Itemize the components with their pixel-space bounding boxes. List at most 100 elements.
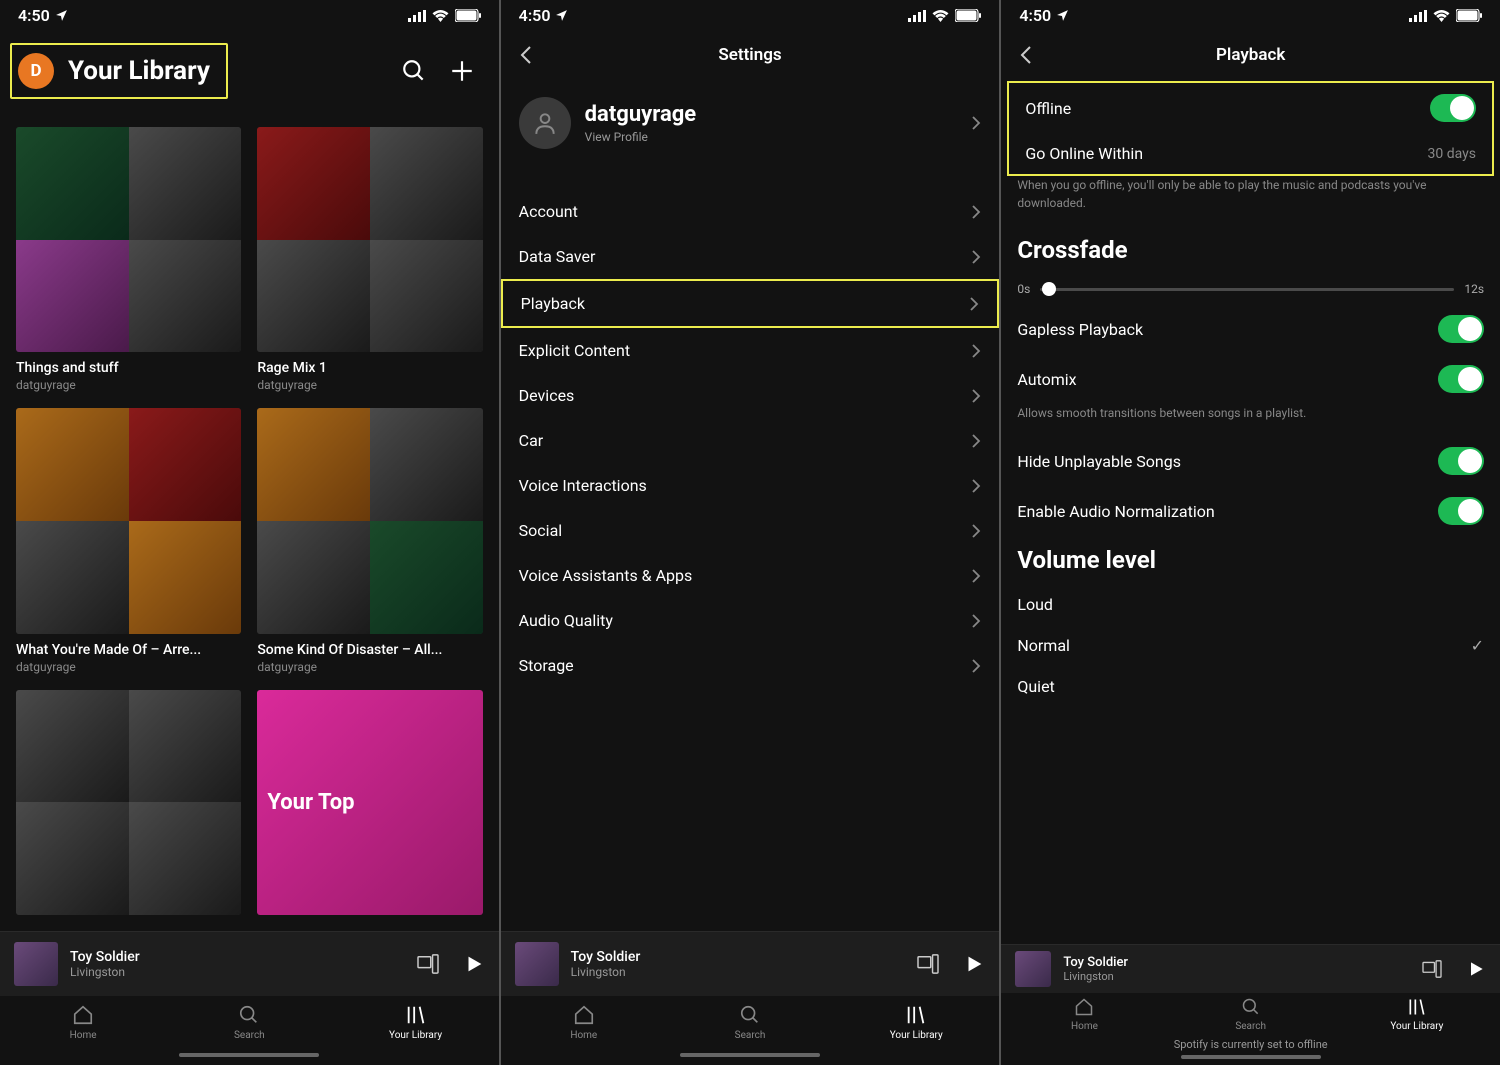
playlist-title: Rage Mix 1 xyxy=(257,360,482,376)
automix-toggle-row[interactable]: Automix xyxy=(1001,354,1500,404)
chevron-right-icon xyxy=(969,296,979,312)
chevron-right-icon xyxy=(971,613,981,629)
playlist-subtitle: datguyrage xyxy=(16,660,241,674)
tab-bar: Home Search Your Library xyxy=(1001,993,1500,1034)
toggle-switch[interactable] xyxy=(1438,365,1484,393)
settings-row-audio[interactable]: Audio Quality xyxy=(501,598,1000,643)
tab-search[interactable]: Search xyxy=(1168,997,1334,1032)
battery-icon xyxy=(1456,9,1482,22)
chevron-right-icon xyxy=(971,204,981,220)
now-playing-bar[interactable]: Toy Soldier Livingston xyxy=(0,931,499,996)
normalization-toggle-row[interactable]: Enable Audio Normalization xyxy=(1001,486,1500,536)
crossfade-title: Crossfade xyxy=(1001,226,1500,274)
crossfade-slider[interactable]: 0s 12s xyxy=(1001,274,1500,304)
profile-row[interactable]: datguyrage View Profile xyxy=(501,81,1000,165)
offline-banner: Spotify is currently set to offline xyxy=(1001,1034,1500,1053)
toggle-switch[interactable] xyxy=(1438,315,1484,343)
toggle-switch[interactable] xyxy=(1438,447,1484,475)
playlist-card[interactable] xyxy=(16,690,241,915)
chevron-right-icon xyxy=(971,568,981,584)
signal-icon xyxy=(408,10,426,22)
playlist-card[interactable]: Things and stuff datguyrage xyxy=(16,127,241,392)
now-playing-artist: Livingston xyxy=(70,965,405,979)
tab-home[interactable]: Home xyxy=(501,1004,667,1041)
offline-help-text: When you go offline, you'll only be able… xyxy=(1001,176,1500,226)
toggle-switch[interactable] xyxy=(1430,94,1476,122)
volume-option-loud[interactable]: Loud xyxy=(1001,584,1500,625)
library-title: Your Library xyxy=(68,56,210,86)
home-icon xyxy=(1074,997,1094,1017)
hide-unplayable-toggle-row[interactable]: Hide Unplayable Songs xyxy=(1001,436,1500,486)
playlist-title: What You're Made Of – Arre... xyxy=(16,642,241,658)
settings-row-assistants[interactable]: Voice Assistants & Apps xyxy=(501,553,1000,598)
settings-row-playback[interactable]: Playback xyxy=(501,279,1000,328)
location-icon xyxy=(555,9,568,22)
playlist-card[interactable]: What You're Made Of – Arre... datguyrage xyxy=(16,408,241,673)
now-playing-title: Toy Soldier xyxy=(70,949,405,965)
play-icon[interactable] xyxy=(1466,959,1486,979)
chevron-right-icon xyxy=(971,388,981,404)
playlist-card[interactable]: Rage Mix 1 datguyrage xyxy=(257,127,482,392)
automix-help-text: Allows smooth transitions between songs … xyxy=(1001,404,1500,436)
playback-title: Playback xyxy=(1019,45,1482,65)
now-playing-cover xyxy=(14,942,58,986)
status-time: 4:50 xyxy=(18,6,50,25)
offline-toggle-row[interactable]: Offline xyxy=(1009,83,1492,133)
settings-row-storage[interactable]: Storage xyxy=(501,643,1000,688)
now-playing-cover xyxy=(515,942,559,986)
settings-row-car[interactable]: Car xyxy=(501,418,1000,463)
volume-option-quiet[interactable]: Quiet xyxy=(1001,666,1500,707)
volume-option-normal[interactable]: Normal✓ xyxy=(1001,625,1500,666)
play-icon[interactable] xyxy=(963,953,985,975)
settings-row-account[interactable]: Account xyxy=(501,189,1000,234)
chevron-right-icon xyxy=(971,249,981,265)
search-icon[interactable] xyxy=(401,58,427,84)
wifi-icon xyxy=(432,10,449,22)
add-icon[interactable] xyxy=(449,58,475,84)
wifi-icon xyxy=(932,10,949,22)
back-icon[interactable] xyxy=(1019,45,1033,65)
tab-search[interactable]: Search xyxy=(166,1004,332,1041)
tab-home[interactable]: Home xyxy=(1001,997,1167,1032)
settings-row-devices[interactable]: Devices xyxy=(501,373,1000,418)
location-icon xyxy=(1056,9,1069,22)
playlist-subtitle: datguyrage xyxy=(257,660,482,674)
devices-icon[interactable] xyxy=(1422,960,1442,978)
tab-home[interactable]: Home xyxy=(0,1004,166,1041)
slider-thumb[interactable] xyxy=(1042,282,1056,296)
settings-row-voice[interactable]: Voice Interactions xyxy=(501,463,1000,508)
profile-avatar-icon xyxy=(519,97,571,149)
tab-search[interactable]: Search xyxy=(667,1004,833,1041)
back-icon[interactable] xyxy=(519,45,533,65)
devices-icon[interactable] xyxy=(917,954,939,974)
home-indicator[interactable] xyxy=(1181,1055,1321,1059)
status-bar: 4:50 xyxy=(1001,0,1500,29)
playlist-card[interactable]: Some Kind Of Disaster – All... datguyrag… xyxy=(257,408,482,673)
settings-row-social[interactable]: Social xyxy=(501,508,1000,553)
user-avatar[interactable]: D xyxy=(18,53,54,89)
search-icon xyxy=(739,1004,761,1026)
volume-title: Volume level xyxy=(1001,536,1500,584)
now-playing-bar[interactable]: Toy Soldier Livingston xyxy=(1001,944,1500,993)
profile-sub: View Profile xyxy=(585,130,958,144)
play-icon[interactable] xyxy=(463,953,485,975)
devices-icon[interactable] xyxy=(417,954,439,974)
playlist-subtitle: datguyrage xyxy=(16,378,241,392)
settings-row-data-saver[interactable]: Data Saver xyxy=(501,234,1000,279)
go-online-row[interactable]: Go Online Within 30 days xyxy=(1009,133,1492,174)
home-indicator[interactable] xyxy=(179,1053,319,1057)
playlist-title: Things and stuff xyxy=(16,360,241,376)
now-playing-title: Toy Soldier xyxy=(1063,955,1410,970)
playback-header: Playback xyxy=(1001,29,1500,81)
playlist-card[interactable]: Your Top xyxy=(257,690,482,915)
gapless-toggle-row[interactable]: Gapless Playback xyxy=(1001,304,1500,354)
tab-library[interactable]: Your Library xyxy=(833,1004,999,1041)
settings-row-explicit[interactable]: Explicit Content xyxy=(501,328,1000,373)
home-indicator[interactable] xyxy=(680,1053,820,1057)
status-time: 4:50 xyxy=(519,6,551,25)
tab-library[interactable]: Your Library xyxy=(332,1004,498,1041)
tab-library[interactable]: Your Library xyxy=(1334,997,1500,1032)
chevron-right-icon xyxy=(971,343,981,359)
toggle-switch[interactable] xyxy=(1438,497,1484,525)
now-playing-bar[interactable]: Toy Soldier Livingston xyxy=(501,931,1000,996)
